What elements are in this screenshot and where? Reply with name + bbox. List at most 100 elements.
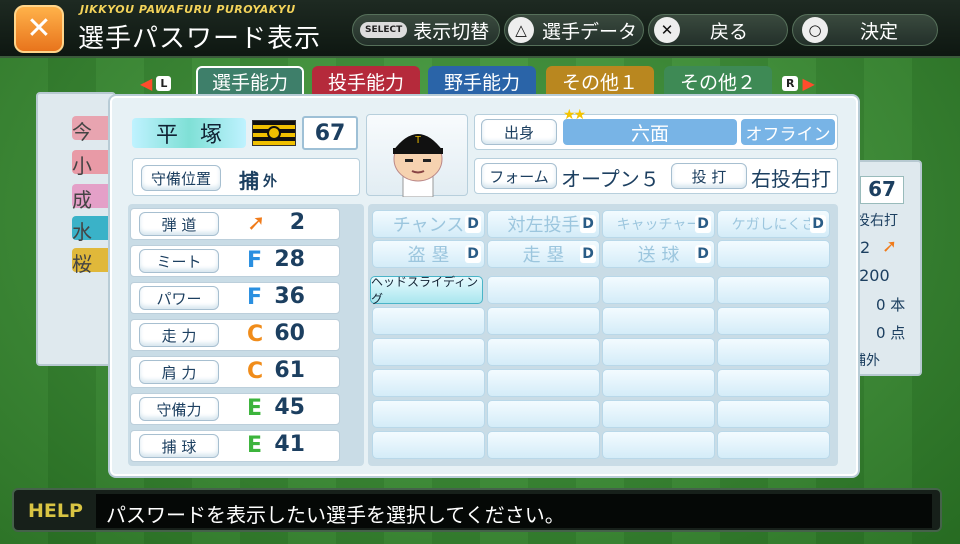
skill-cell[interactable] [602,369,715,397]
special-label: 走 塁 [522,245,565,266]
skill-cell[interactable] [487,369,600,397]
hint-circle-label: 決定 [860,20,899,43]
circle-button-icon: ○ [802,17,828,43]
hint-select[interactable]: SELECT 表示切替 [360,14,489,46]
skill-cell[interactable] [372,369,485,397]
skill-cell[interactable] [602,338,715,366]
tab-left-button[interactable]: ◀ L [140,74,175,93]
hint-circle[interactable]: ○ 決定 [802,14,898,46]
origin-value: 六面 [563,119,737,145]
form-row: フォーム オープン５ 投 打 右投右打 [474,158,838,194]
special-cell[interactable]: ケガしにくさ D [717,210,830,238]
list-item[interactable]: 桜 [72,248,112,276]
ability-label: 捕 球 [139,434,219,458]
ability-value: 2 [289,210,305,235]
tab-other-2[interactable]: その他２ [664,66,772,96]
ability-row-catching: 捕 球 E 41 [130,430,340,462]
skill-cell[interactable] [372,338,485,366]
special-cell[interactable] [717,240,830,268]
special-cell[interactable]: チャンス D [372,210,485,238]
list-item[interactable]: 小 [72,150,112,178]
skill-cell[interactable] [487,400,600,428]
hint-cross[interactable]: ✕ 戻る [654,14,748,46]
ability-row-meet: ミート F 28 [130,245,340,277]
select-button-icon: SELECT [360,22,408,38]
skill-cell[interactable] [717,307,830,335]
special-cell[interactable]: 送 球D [602,240,715,268]
ability-grade: C [247,359,264,384]
behind-avg: .200 [854,266,890,285]
tab-fielder-ability[interactable]: 野手能力 [428,66,536,96]
skill-cell[interactable] [602,307,715,335]
player-portrait: T [366,114,468,198]
skill-cell[interactable] [372,307,485,335]
tab-player-ability[interactable]: 選手能力 [196,66,304,96]
list-item[interactable]: 水 [72,216,112,244]
skill-cell[interactable] [372,431,485,459]
skill-cell[interactable]: ヘッドスライディング [370,275,483,306]
ability-label: 肩 力 [139,360,219,384]
ability-row-power: パワー F 36 [130,282,340,314]
ability-value: 61 [274,358,305,383]
bat-ball-icon: ✕ [14,5,64,53]
special-grade: D [810,215,826,233]
right-triangle-icon: ▶ [802,74,815,93]
throwbat-label: 投 打 [671,163,747,189]
ability-value: 36 [274,284,305,309]
ability-row-arm: 肩 力 C 61 [130,356,340,388]
special-grade: D [465,245,481,263]
skill-cell[interactable] [487,276,600,304]
skill-cell[interactable] [602,431,715,459]
list-item[interactable]: 今 [72,116,112,144]
header-bar: ✕ JIKKYOU PAWAFURU PUROYAKYU 選手パスワード表示 S… [0,0,960,58]
game-subtitle: JIKKYOU PAWAFURU PUROYAKYU [80,3,296,16]
skill-cell[interactable] [602,400,715,428]
list-item[interactable]: 成 [72,184,112,212]
position-box: 守備位置 捕 外 [132,158,360,196]
help-label: HELP [28,500,83,522]
skill-cell[interactable] [717,276,830,304]
ability-row-fielding: 守備力 E 45 [130,393,340,425]
hint-triangle[interactable]: △ 選手データ [508,14,637,46]
skill-cell[interactable] [487,431,600,459]
skill-cell[interactable] [602,276,715,304]
ability-value: 41 [274,432,305,457]
ability-label: パワー [139,286,219,310]
special-grade: D [580,245,596,263]
ability-value: 45 [274,395,305,420]
skill-cell[interactable] [487,338,600,366]
tab-pitcher-ability[interactable]: 投手能力 [312,66,420,96]
help-bar: HELP パスワードを表示したい選手を選択してください。 [12,488,942,532]
skill-cell[interactable] [717,400,830,428]
special-cell[interactable]: 走 塁D [487,240,600,268]
special-label: 盗 塁 [407,245,450,266]
arrow-icon: ➚ [882,236,898,257]
list-panel-behind: 今 小 成 水 桜 [36,92,116,366]
position-main: 捕 [239,169,259,193]
skill-cell[interactable] [487,307,600,335]
form-value: オープン５ [561,167,660,191]
special-label: 対左投手 [507,215,580,236]
special-label: キャッチャー [616,217,701,233]
special-label: ケガしにくさ [731,217,816,233]
cross-button-icon: ✕ [654,17,680,43]
skill-cell[interactable] [717,338,830,366]
ability-grade: F [247,285,263,310]
special-grade: D [695,215,711,233]
ability-row-speed: 走 力 C 60 [130,319,340,351]
skill-cell[interactable] [372,400,485,428]
triangle-button-icon: △ [508,17,534,43]
hint-triangle-label: 選手データ [542,20,638,43]
skill-cell[interactable] [717,431,830,459]
special-cell[interactable]: 対左投手 D [487,210,600,238]
special-cell[interactable]: 盗 塁D [372,240,485,268]
tab-right-button[interactable]: R ▶ [778,74,815,93]
tab-other-1[interactable]: その他１ [546,66,654,96]
name-row: 平 塚 67 [132,116,360,150]
ability-row-trajectory: 弾 道 ➚ 2 [130,208,340,240]
throwbat-value: 右投右打 [751,167,831,191]
skill-cell[interactable] [717,369,830,397]
special-label: 送 球 [637,245,680,266]
special-cell[interactable]: キャッチャー D [602,210,715,238]
ability-grade: E [247,396,263,421]
